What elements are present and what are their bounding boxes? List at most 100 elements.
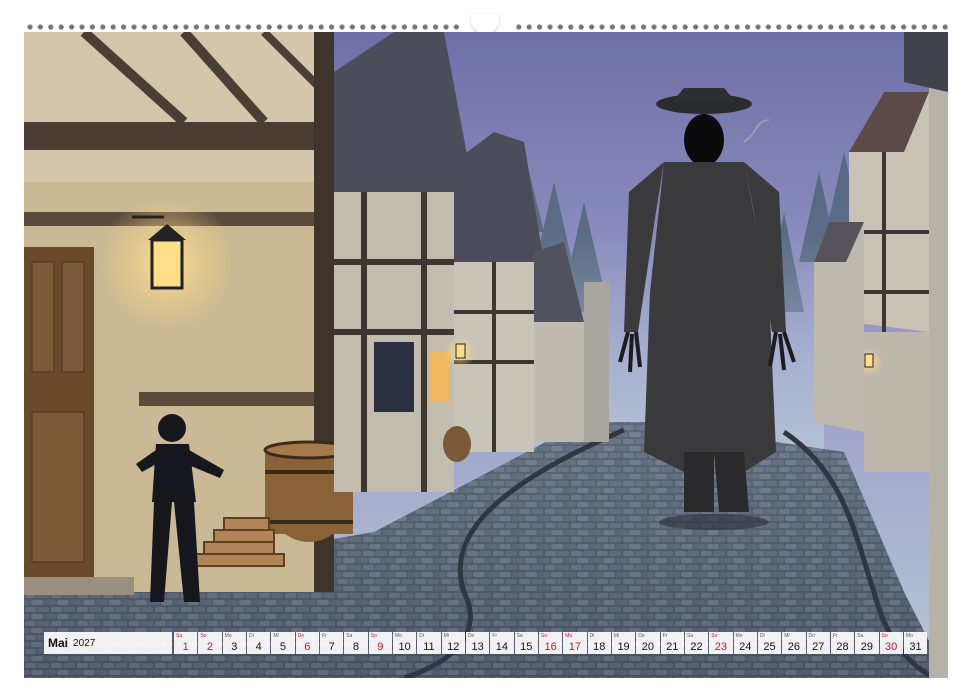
day-weekday: So xyxy=(711,633,718,639)
day-number: 21 xyxy=(666,641,679,653)
day-number: 12 xyxy=(447,641,460,653)
binding-ring xyxy=(297,24,303,30)
day-number: 28 xyxy=(836,641,849,653)
binding-ring xyxy=(287,24,293,30)
day-weekday: Mo xyxy=(394,633,402,639)
day-cell: Mo 17 xyxy=(563,632,587,654)
binding-ring xyxy=(516,24,522,30)
binding-ring xyxy=(776,24,782,30)
day-cell: So 16 xyxy=(538,632,563,654)
day-cell: So 30 xyxy=(879,632,903,654)
day-weekday: So xyxy=(881,633,888,639)
binding-ring xyxy=(422,24,428,30)
binding-ring xyxy=(100,24,106,30)
binding-ring xyxy=(131,24,137,30)
binding-ring xyxy=(890,24,896,30)
day-cell: So 2 xyxy=(198,632,222,654)
day-cell: So 23 xyxy=(709,632,733,654)
day-cell: Do 13 xyxy=(465,632,490,654)
day-number: 11 xyxy=(423,641,435,653)
binding-ring xyxy=(817,24,824,30)
day-weekday: Mo xyxy=(735,633,743,639)
day-number: 10 xyxy=(398,641,411,653)
binding-ring xyxy=(214,24,220,30)
day-number: 24 xyxy=(739,641,752,653)
binding-ring xyxy=(807,24,813,30)
binding-ring xyxy=(911,24,917,30)
day-cell: Mi 19 xyxy=(611,632,636,654)
binding-ring xyxy=(869,24,876,30)
binding-ring xyxy=(745,24,751,30)
day-number: 5 xyxy=(279,641,287,653)
binding-ring xyxy=(672,24,678,30)
binding-ring xyxy=(443,24,449,30)
day-cell: Sa 29 xyxy=(855,632,879,654)
day-number: 14 xyxy=(495,641,509,653)
binding-ring xyxy=(58,24,64,30)
day-weekday: Fr xyxy=(662,633,668,639)
binding-ring xyxy=(661,24,668,30)
month-year: 2027 xyxy=(73,637,96,649)
day-weekday: Fr xyxy=(492,633,497,639)
day-weekday: Sa xyxy=(176,633,183,639)
binding-ring xyxy=(765,24,772,30)
binding-ring xyxy=(141,24,147,30)
day-weekday: So xyxy=(370,633,377,639)
binding-ring xyxy=(849,24,855,30)
day-number: 15 xyxy=(520,641,533,653)
binding-ring xyxy=(578,24,584,30)
binding-ring xyxy=(173,24,179,30)
day-cells: Sa 1 So 2 Mo 3 Di 4 Mi 5 Do 6 Fr 7 Sa 8 So 9 Mo 10 Di 11 Mi 12 D… xyxy=(173,632,928,654)
day-number: 19 xyxy=(617,641,630,653)
binding-ring xyxy=(828,24,834,30)
day-weekday: Sa xyxy=(686,633,694,639)
binding-ring xyxy=(942,24,948,30)
day-cell: Mi 5 xyxy=(271,632,295,654)
day-number: 29 xyxy=(860,641,873,653)
day-number: 23 xyxy=(714,641,727,653)
day-cell: Fr 28 xyxy=(830,632,855,654)
binding-ring xyxy=(589,24,595,30)
binding-ring xyxy=(568,24,574,30)
day-cell: Mo 31 xyxy=(903,632,928,654)
binding-ring xyxy=(453,24,459,30)
day-cell: Mo 3 xyxy=(222,632,246,654)
day-weekday: Do xyxy=(638,633,645,639)
day-weekday: Do xyxy=(297,633,305,639)
binding-ring xyxy=(245,24,251,30)
binding-ring xyxy=(599,24,605,30)
day-weekday: Do xyxy=(808,633,815,639)
month-name: Mai xyxy=(48,636,69,650)
day-weekday: So xyxy=(540,633,548,639)
binding-ring xyxy=(391,24,397,30)
day-weekday: Mi xyxy=(443,633,449,639)
binding-ring xyxy=(630,24,636,30)
day-number: 17 xyxy=(568,641,582,653)
day-weekday: Mo xyxy=(224,633,232,639)
binding-ring xyxy=(121,24,127,30)
binding-ring xyxy=(557,24,564,30)
day-weekday: Mi xyxy=(613,633,620,639)
day-number: 20 xyxy=(641,641,655,653)
day-cell: So 9 xyxy=(368,632,392,654)
binding-ring xyxy=(152,24,158,30)
day-cell: Mi 26 xyxy=(782,632,806,654)
binding-ring xyxy=(433,24,439,30)
binding-ring xyxy=(162,24,168,30)
day-cell: Fr 14 xyxy=(490,632,514,654)
binding-ring xyxy=(693,24,699,30)
day-weekday: Sa xyxy=(346,633,353,639)
binding-ring xyxy=(682,24,688,30)
day-number: 6 xyxy=(304,641,311,653)
binding-ring xyxy=(838,24,844,30)
day-weekday: Di xyxy=(759,633,765,639)
day-cell: Sa 1 xyxy=(174,632,198,654)
day-cell: Di 18 xyxy=(587,632,611,654)
day-cell: Mo 10 xyxy=(392,632,417,654)
binding-ring xyxy=(537,24,543,30)
day-number: 26 xyxy=(787,641,800,653)
day-weekday: So xyxy=(200,633,207,639)
binding-ring xyxy=(37,24,43,30)
calendar-illustration xyxy=(24,32,948,678)
day-weekday: Mi xyxy=(784,633,790,639)
